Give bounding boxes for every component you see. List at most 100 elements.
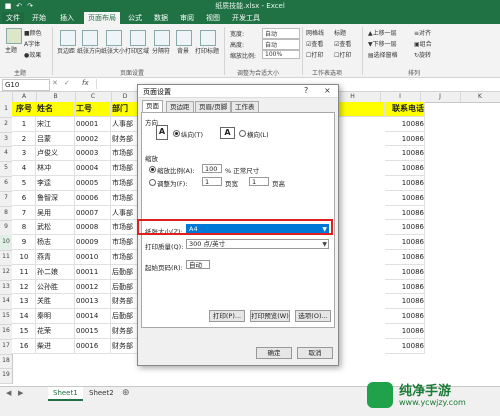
table-cell[interactable]: 杨志 — [36, 235, 75, 250]
table-cell[interactable]: 11 — [12, 264, 36, 280]
tab-view[interactable]: 视图 — [202, 12, 224, 24]
scale-input[interactable]: 100% — [262, 50, 300, 59]
column-header[interactable]: K — [460, 92, 500, 102]
colors-button[interactable]: ■颜色 — [24, 28, 42, 37]
portrait-radio[interactable] — [173, 130, 180, 137]
rotate-button[interactable]: ↻旋转 — [414, 50, 431, 59]
table-cell[interactable]: 4 — [12, 161, 36, 176]
print-area-icon[interactable] — [130, 30, 146, 46]
tab-review[interactable]: 审阅 — [176, 12, 198, 24]
row-header[interactable]: 1 — [0, 102, 12, 118]
margins-icon[interactable] — [60, 30, 76, 46]
print-titles-icon[interactable] — [200, 30, 216, 46]
row-header[interactable]: 13 — [0, 280, 12, 296]
table-cell[interactable]: 后勤部 — [111, 279, 139, 295]
table-cell[interactable]: 后勤部 — [111, 264, 139, 280]
headings-print-checkbox[interactable]: ☐打印 — [334, 50, 351, 59]
table-cell[interactable]: 市场部 — [111, 176, 139, 191]
bring-forward-button[interactable]: ▲上移一层 — [368, 28, 397, 37]
size-button[interactable]: 纸张大小 — [101, 46, 125, 55]
table-cell[interactable]: 吴用 — [36, 205, 75, 221]
tab-home[interactable]: 开始 — [28, 12, 50, 24]
width-select[interactable]: 自动 — [262, 28, 300, 39]
gridlines-view-checkbox[interactable]: ☑查看 — [306, 39, 323, 48]
close-icon[interactable]: × — [324, 86, 331, 95]
scale-radio[interactable] — [149, 166, 156, 173]
table-cell[interactable]: 10086 — [385, 294, 425, 310]
row-header[interactable]: 5 — [0, 161, 12, 177]
table-cell[interactable]: 00007 — [75, 205, 111, 221]
table-cell[interactable]: 00008 — [75, 220, 111, 236]
table-cell[interactable]: 10086 — [385, 161, 425, 176]
table-cell[interactable]: 00015 — [75, 324, 111, 339]
column-header[interactable]: D — [111, 92, 140, 102]
table-cell[interactable]: 9 — [12, 235, 36, 250]
effects-button[interactable]: ●效果 — [24, 50, 41, 59]
table-cell[interactable]: 10086 — [385, 176, 425, 191]
enter-icon[interactable]: ✓ — [64, 79, 70, 87]
tab-data[interactable]: 数据 — [150, 12, 172, 24]
table-cell[interactable]: 00011 — [75, 264, 111, 280]
table-cell[interactable]: 5 — [12, 176, 36, 191]
table-cell[interactable]: 00016 — [75, 338, 111, 354]
print-preview-button[interactable]: 打印预览(W) — [250, 310, 290, 322]
theme-icon[interactable] — [6, 28, 22, 44]
fit-radio[interactable] — [149, 179, 156, 186]
fit-wide-spinner[interactable]: 1 — [202, 177, 222, 186]
row-header[interactable]: 7 — [0, 191, 12, 207]
table-cell[interactable]: 00005 — [75, 176, 111, 191]
table-cell[interactable]: 16 — [12, 338, 36, 354]
row-header[interactable]: 19 — [0, 368, 12, 385]
table-cell[interactable]: 花荣 — [36, 324, 75, 339]
row-header[interactable]: 17 — [0, 339, 12, 355]
table-cell[interactable]: 关胜 — [36, 294, 75, 310]
table-cell[interactable]: 10086 — [385, 116, 425, 132]
table-cell[interactable]: 15 — [12, 324, 36, 339]
table-header-cell[interactable]: 序号 — [12, 102, 36, 117]
table-cell[interactable]: 00002 — [75, 131, 111, 147]
options-button[interactable]: 选项(O)... — [295, 310, 331, 322]
table-cell[interactable]: 吕蒙 — [36, 131, 75, 147]
column-header[interactable]: B — [36, 92, 76, 102]
table-cell[interactable]: 1 — [12, 116, 36, 132]
table-cell[interactable]: 市场部 — [111, 161, 139, 176]
table-cell[interactable]: 10086 — [385, 146, 425, 162]
table-cell[interactable]: 市场部 — [111, 220, 139, 236]
background-icon[interactable] — [176, 30, 192, 46]
selection-pane-button[interactable]: ▤选择窗格 — [368, 50, 398, 59]
table-cell[interactable]: 8 — [12, 220, 36, 236]
tab-file[interactable]: 文件 — [2, 12, 24, 24]
table-cell[interactable]: 孙二娘 — [36, 264, 75, 280]
row-header[interactable]: 3 — [0, 132, 12, 148]
row-header[interactable]: 15 — [0, 309, 12, 325]
row-header[interactable]: 9 — [0, 220, 12, 237]
table-cell[interactable]: 秦明 — [36, 309, 75, 324]
scale-spinner[interactable]: 100 — [202, 164, 222, 173]
table-cell[interactable]: 10086 — [385, 131, 425, 147]
breaks-button[interactable]: 分隔符 — [152, 46, 170, 55]
table-cell[interactable]: 10086 — [385, 220, 425, 236]
table-cell[interactable]: 卢俊义 — [36, 146, 75, 162]
cancel-icon[interactable]: ✕ — [52, 79, 58, 87]
table-cell[interactable]: 柴进 — [36, 338, 75, 354]
row-header[interactable]: 6 — [0, 176, 12, 192]
table-cell[interactable]: 财务部 — [111, 338, 139, 354]
table-cell[interactable]: 00013 — [75, 294, 111, 310]
table-cell[interactable]: 公孙胜 — [36, 279, 75, 295]
orientation-icon[interactable] — [82, 30, 98, 46]
table-cell[interactable]: 00001 — [75, 116, 111, 132]
cancel-button[interactable]: 取消 — [297, 347, 333, 359]
gridlines-print-checkbox[interactable]: ☐打印 — [306, 50, 323, 59]
table-cell[interactable]: 市场部 — [111, 190, 139, 206]
breaks-icon[interactable] — [154, 30, 170, 46]
table-cell[interactable]: 武松 — [36, 220, 75, 236]
themes-button[interactable]: 主题 — [5, 45, 17, 54]
table-cell[interactable]: 12 — [12, 279, 36, 295]
row-header[interactable]: 8 — [0, 206, 12, 222]
table-cell[interactable]: 10086 — [385, 205, 425, 221]
add-sheet-icon[interactable]: ⊕ — [122, 388, 130, 398]
table-cell[interactable]: 13 — [12, 294, 36, 310]
row-header[interactable]: 16 — [0, 324, 12, 340]
table-cell[interactable]: 10086 — [385, 324, 425, 339]
table-cell[interactable]: 10086 — [385, 338, 425, 354]
